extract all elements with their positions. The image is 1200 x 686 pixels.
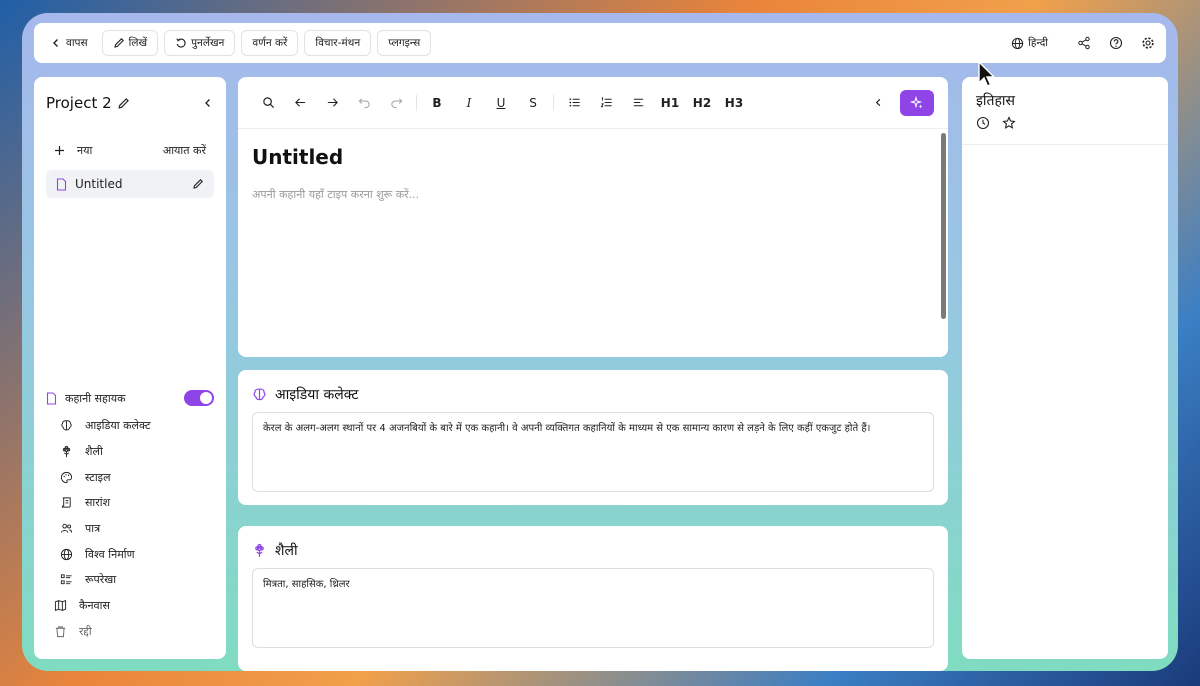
document-title: Untitled: [75, 177, 123, 191]
rotate-ccw-icon: [175, 37, 187, 49]
heading2-button[interactable]: H2: [686, 90, 718, 116]
editor-body-placeholder[interactable]: अपनी कहानी यहाँ टाइप करना शुरू करें...: [252, 187, 948, 202]
scroll-icon: [60, 496, 73, 509]
arrow-right-icon[interactable]: [316, 90, 348, 116]
flower-icon: [60, 445, 73, 458]
assistant-label: कहानी सहायक: [65, 391, 126, 405]
sidebar-item-idea-collect[interactable]: आइडिया कलेक्ट: [46, 413, 214, 439]
idea-text-area[interactable]: केरल के अलग-अलग स्थानों पर 4 अजनबियों के…: [252, 412, 934, 492]
pencil-icon: [113, 37, 125, 49]
flower-icon: [252, 543, 267, 558]
clock-icon[interactable]: [976, 116, 990, 130]
sidebar-item-trash[interactable]: रद्दी: [46, 619, 214, 645]
language-label: हिन्दी: [1028, 37, 1048, 49]
brain-icon: [60, 419, 73, 432]
app-window: वापस लिखें पुनर्लेखन वर्णन करें विचार-मं…: [22, 13, 1178, 671]
globe-icon: [60, 548, 73, 561]
story-assistant-section: कहानी सहायक आइडिया कलेक्ट शैली स्टाइल सा…: [46, 383, 214, 644]
toolbar-divider: [416, 94, 417, 111]
editor-toolbar: B I U S H1 H2 H3: [238, 77, 948, 129]
redo-icon[interactable]: [380, 90, 412, 116]
document-item[interactable]: Untitled: [46, 170, 214, 198]
describe-button[interactable]: वर्णन करें: [241, 30, 299, 56]
list-icon: [60, 573, 73, 586]
back-label: वापस: [66, 37, 88, 49]
sidebar-item-canvas[interactable]: कैनवास: [46, 593, 214, 619]
top-toolbar: वापस लिखें पुनर्लेखन वर्णन करें विचार-मं…: [34, 23, 1166, 63]
assistant-toggle[interactable]: [184, 390, 214, 406]
gear-icon[interactable]: [1138, 33, 1158, 53]
import-button[interactable]: आयात करें: [163, 143, 206, 158]
brain-icon: [252, 387, 267, 402]
genre-card: शैली मित्रता, साहसिक, थ्रिलर: [238, 526, 948, 671]
plugins-label: प्लगइन्स: [388, 37, 421, 49]
toolbar-divider: [553, 94, 554, 111]
file-icon: [56, 177, 67, 191]
trash-icon: [54, 625, 67, 638]
bullet-list-icon[interactable]: [558, 90, 590, 116]
new-label: नया: [77, 144, 93, 157]
heading1-button[interactable]: H1: [654, 90, 686, 116]
heading3-button[interactable]: H3: [718, 90, 750, 116]
language-selector[interactable]: हिन्दी: [1003, 30, 1056, 56]
history-title: इतिहास: [976, 93, 1016, 109]
genre-text-area[interactable]: मित्रता, साहसिक, थ्रिलर: [252, 568, 934, 648]
rewrite-button[interactable]: पुनर्लेखन: [164, 30, 236, 56]
card-title: शैली: [275, 542, 298, 559]
card-title: आइडिया कलेक्ट: [275, 386, 359, 403]
write-button[interactable]: लिखें: [101, 30, 159, 56]
back-button[interactable]: वापस: [42, 30, 96, 56]
italic-button[interactable]: I: [453, 90, 485, 116]
rename-pencil-icon[interactable]: [192, 178, 204, 190]
edit-project-pencil-icon[interactable]: [117, 97, 130, 110]
history-panel: इतिहास: [962, 77, 1168, 659]
share-icon[interactable]: [1074, 33, 1094, 53]
ai-sparkle-button[interactable]: [900, 89, 934, 116]
left-sidebar: Project 2 नया आयात करें Untitled कहानी स…: [34, 77, 226, 659]
strikethrough-button[interactable]: S: [517, 90, 549, 116]
sidebar-item-world-building[interactable]: विश्व निर्माण: [46, 541, 214, 567]
align-icon[interactable]: [622, 90, 654, 116]
sparkle-icon: [910, 95, 924, 110]
sidebar-item-characters[interactable]: पात्र: [46, 516, 214, 542]
new-document-button[interactable]: नया: [54, 143, 92, 158]
sidebar-item-summary[interactable]: सारांश: [46, 490, 214, 516]
undo-icon[interactable]: [348, 90, 380, 116]
plus-icon: [54, 145, 65, 156]
document-title-heading[interactable]: Untitled: [252, 145, 948, 169]
globe-icon: [1011, 37, 1024, 50]
editor-scrollbar[interactable]: [941, 133, 946, 319]
palette-icon: [60, 471, 73, 484]
sidebar-item-style[interactable]: स्टाइल: [46, 464, 214, 490]
numbered-list-icon[interactable]: [590, 90, 622, 116]
chevron-left-icon[interactable]: [862, 90, 894, 116]
search-icon[interactable]: [252, 90, 284, 116]
idea-collect-card: आइडिया कलेक्ट केरल के अलग-अलग स्थानों पर…: [238, 370, 948, 505]
star-icon[interactable]: [1002, 116, 1016, 130]
brainstorm-label: विचार-मंथन: [315, 37, 361, 49]
plugins-button[interactable]: प्लगइन्स: [377, 30, 432, 56]
underline-button[interactable]: U: [485, 90, 517, 116]
editor-panel: B I U S H1 H2 H3 Untitled अपनी कहानी यहा…: [238, 77, 948, 357]
write-label: लिखें: [128, 37, 148, 49]
collapse-sidebar-icon[interactable]: [202, 97, 214, 109]
brainstorm-button[interactable]: विचार-मंथन: [304, 30, 372, 56]
mouse-cursor-icon: [977, 60, 997, 88]
help-icon[interactable]: [1106, 33, 1126, 53]
map-icon: [54, 599, 67, 612]
describe-label: वर्णन करें: [252, 37, 288, 49]
project-title: Project 2: [46, 94, 112, 112]
sidebar-item-outline[interactable]: रूपरेखा: [46, 567, 214, 593]
bold-button[interactable]: B: [421, 90, 453, 116]
sidebar-item-genre[interactable]: शैली: [46, 439, 214, 465]
arrow-left-icon[interactable]: [284, 90, 316, 116]
chevron-left-icon: [50, 37, 62, 49]
file-icon: [46, 391, 57, 405]
users-icon: [60, 522, 73, 535]
rewrite-label: पुनर्लेखन: [191, 37, 225, 49]
